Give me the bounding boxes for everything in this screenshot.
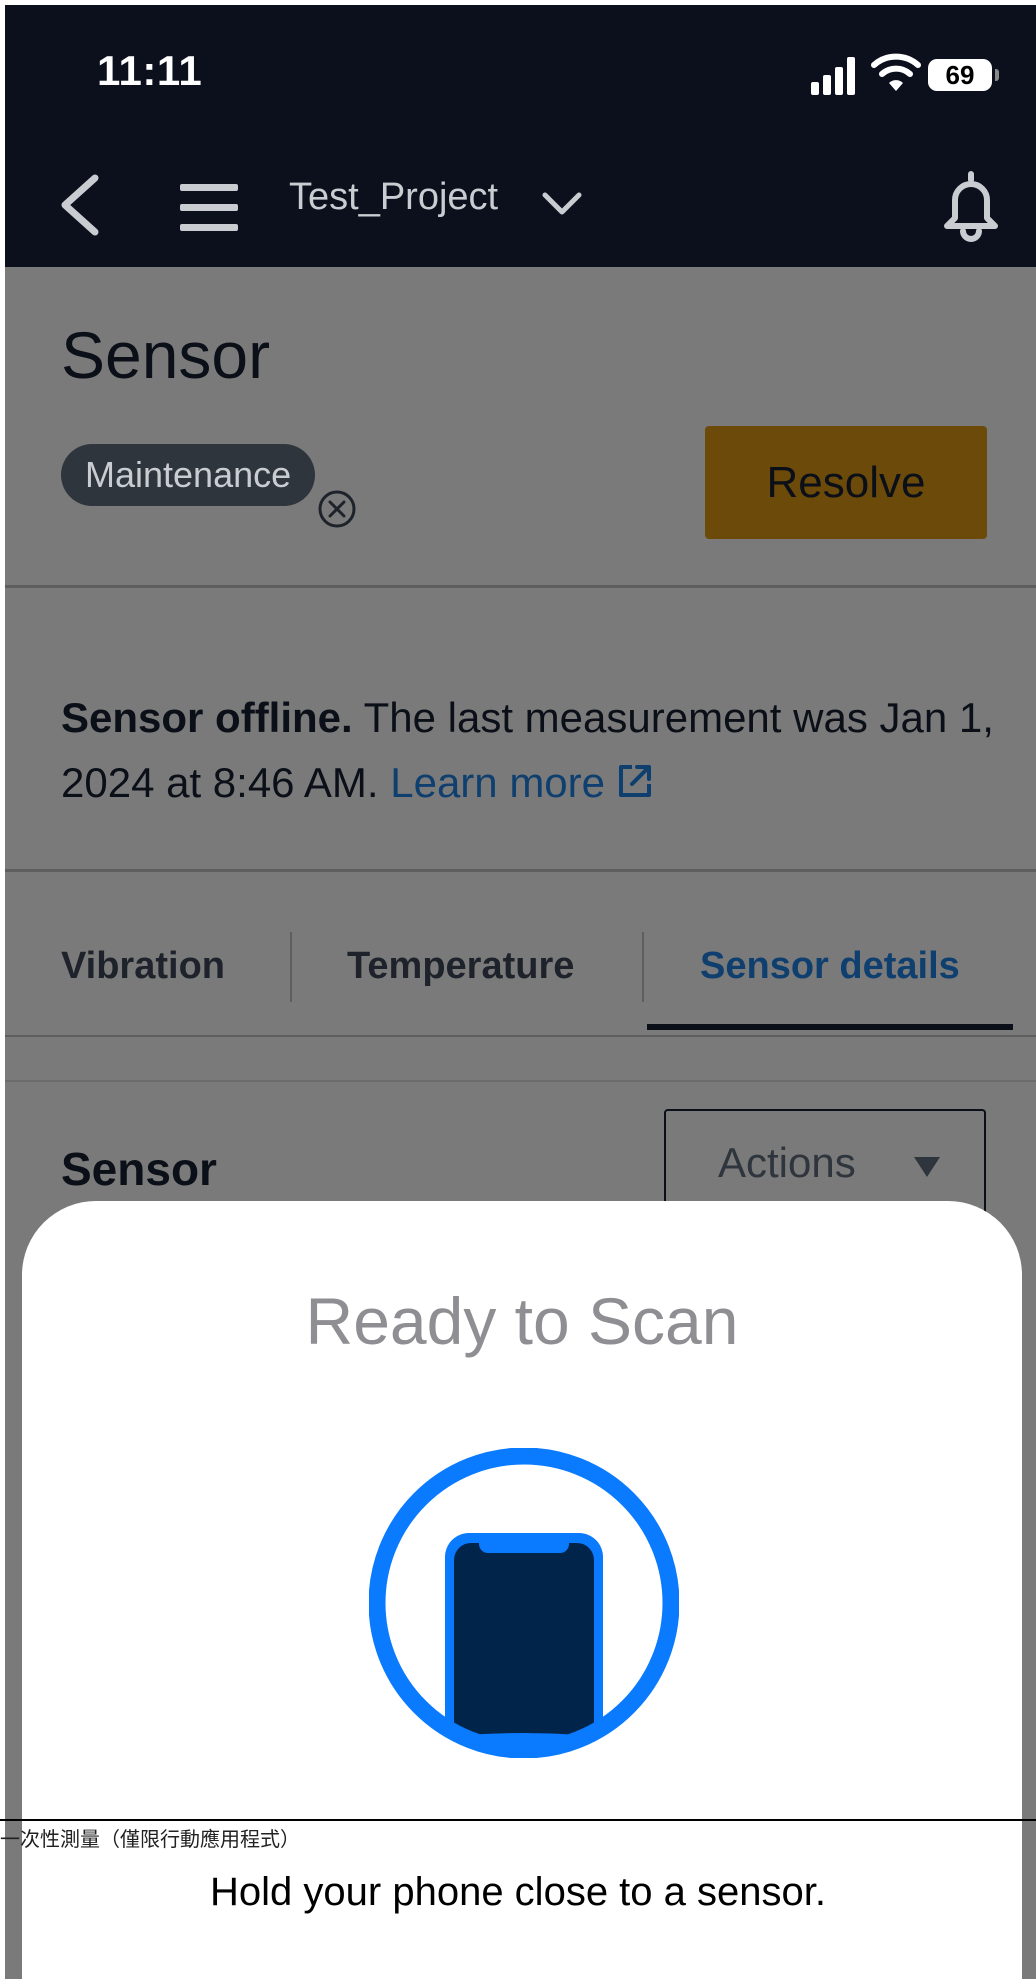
app-screen: 11:11 69 Test_Project Sensor Maintenance… xyxy=(5,5,1036,1979)
section-title: Sensor xyxy=(61,1143,217,1195)
chevron-down-icon[interactable] xyxy=(539,185,585,221)
tab-temperature[interactable]: Temperature xyxy=(347,945,574,988)
project-selector[interactable]: Test_Project xyxy=(289,176,498,219)
back-chevron-icon[interactable] xyxy=(55,170,105,240)
external-link-icon[interactable] xyxy=(615,761,655,801)
hamburger-menu-icon[interactable] xyxy=(180,180,240,234)
close-circle-icon[interactable] xyxy=(317,489,357,529)
wifi-icon xyxy=(871,53,921,91)
status-time: 11:11 xyxy=(97,47,203,94)
overlay-caption: 一次性測量（僅限行動應用程式） xyxy=(0,1829,300,1851)
top-navigation-bar: Test_Project xyxy=(5,140,1036,267)
tab-divider xyxy=(642,932,644,1002)
bell-icon[interactable] xyxy=(935,168,1007,242)
cellular-signal-icon xyxy=(811,55,857,95)
offline-alert: Sensor offline. The last measurement was… xyxy=(5,617,1036,872)
actions-label: Actions xyxy=(718,1139,856,1186)
active-tab-indicator xyxy=(647,1024,1013,1030)
asset-header: Sensor Maintenance Resolve xyxy=(5,267,1036,588)
scan-sheet-title: Ready to Scan xyxy=(305,1284,739,1358)
status-badge: Maintenance xyxy=(61,444,316,506)
page-title: Sensor xyxy=(61,318,271,392)
tab-vibration[interactable]: Vibration xyxy=(61,945,225,988)
phone-nfc-icon xyxy=(369,1448,679,1758)
battery-tip xyxy=(995,69,999,81)
caret-down-icon xyxy=(914,1157,940,1177)
learn-more-link[interactable]: Learn more xyxy=(390,759,605,806)
tab-bar: Vibration Temperature Sensor details xyxy=(5,895,1036,1037)
nfc-scan-sheet: Ready to Scan xyxy=(22,1201,1022,1979)
resolve-button[interactable]: Resolve xyxy=(705,426,987,539)
alert-heading: Sensor offline. xyxy=(61,694,353,741)
overlay-divider xyxy=(0,1819,1036,1821)
alert-message: Sensor offline. The last measurement was… xyxy=(61,685,1001,815)
status-bar: 11:11 69 xyxy=(5,5,1036,140)
tab-sensor-details[interactable]: Sensor details xyxy=(700,945,960,988)
battery-level: 69 xyxy=(928,59,992,91)
tab-divider xyxy=(290,932,292,1002)
scan-instruction: Hold your phone close to a sensor. xyxy=(210,1870,826,1914)
